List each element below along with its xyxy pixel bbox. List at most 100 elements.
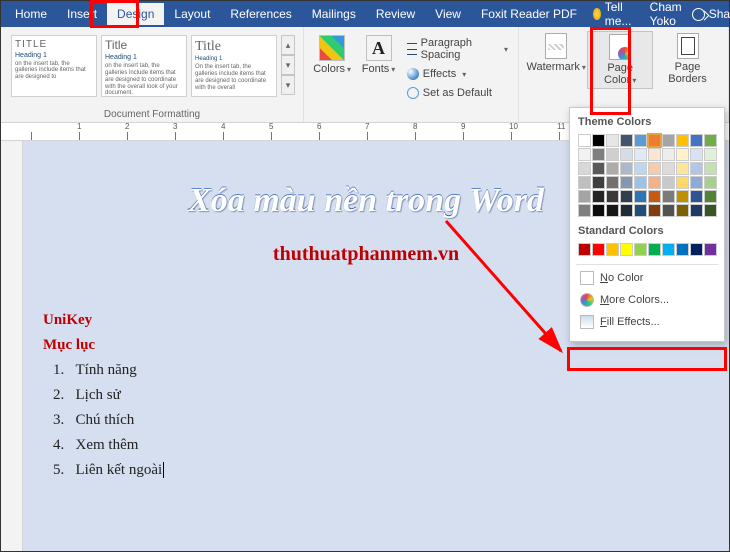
color-swatch[interactable]	[606, 162, 619, 175]
no-color-option[interactable]: No Color	[576, 267, 718, 289]
color-swatch[interactable]	[662, 204, 675, 217]
color-swatch[interactable]	[690, 190, 703, 203]
gallery-item[interactable]: Title Heading 1 on the insert tab, the g…	[101, 35, 187, 97]
color-swatch[interactable]	[662, 243, 675, 256]
color-swatch[interactable]	[690, 204, 703, 217]
color-swatch[interactable]	[634, 190, 647, 203]
color-swatch[interactable]	[676, 176, 689, 189]
more-colors-option[interactable]: More Colors...	[576, 289, 718, 311]
fonts-button[interactable]: A Fonts	[358, 33, 399, 77]
color-swatch[interactable]	[620, 162, 633, 175]
color-swatch[interactable]	[690, 148, 703, 161]
color-swatch[interactable]	[704, 176, 717, 189]
color-swatch[interactable]	[704, 134, 717, 147]
tell-me[interactable]: Tell me...	[587, 0, 642, 28]
page-borders-button[interactable]: Page Borders	[653, 31, 722, 89]
color-swatch[interactable]	[578, 148, 591, 161]
color-swatch[interactable]	[606, 176, 619, 189]
tab-home[interactable]: Home	[5, 3, 57, 25]
color-swatch[interactable]	[578, 204, 591, 217]
color-swatch[interactable]	[648, 162, 661, 175]
color-swatch[interactable]	[704, 190, 717, 203]
color-swatch[interactable]	[620, 243, 633, 256]
gallery-scroll-up[interactable]: ▴	[281, 35, 295, 55]
tab-design[interactable]: Design	[107, 3, 164, 25]
color-swatch[interactable]	[578, 176, 591, 189]
color-swatch[interactable]	[634, 162, 647, 175]
tab-insert[interactable]: Insert	[57, 3, 107, 25]
color-swatch[interactable]	[578, 134, 591, 147]
tab-references[interactable]: References	[220, 3, 301, 25]
color-swatch[interactable]	[676, 134, 689, 147]
user-name[interactable]: Cham Yoko	[650, 0, 682, 28]
color-swatch[interactable]	[620, 190, 633, 203]
tab-foxit[interactable]: Foxit Reader PDF	[471, 3, 587, 25]
color-swatch[interactable]	[662, 190, 675, 203]
gallery-scroll-down[interactable]: ▾	[281, 55, 295, 75]
theme-gallery[interactable]: TITLE Heading 1 on the insert tab, the g…	[7, 31, 297, 101]
vertical-ruler[interactable]	[1, 141, 23, 551]
share-button[interactable]: Share	[692, 7, 730, 21]
color-swatch[interactable]	[704, 162, 717, 175]
color-swatch[interactable]	[704, 204, 717, 217]
color-swatch[interactable]	[578, 162, 591, 175]
color-swatch[interactable]	[634, 176, 647, 189]
color-swatch[interactable]	[634, 204, 647, 217]
color-swatch[interactable]	[676, 243, 689, 256]
color-swatch[interactable]	[620, 148, 633, 161]
color-swatch[interactable]	[648, 176, 661, 189]
tab-layout[interactable]: Layout	[164, 3, 220, 25]
page-color-button[interactable]: Page Color	[587, 31, 653, 89]
color-swatch[interactable]	[592, 134, 605, 147]
tab-mailings[interactable]: Mailings	[302, 3, 366, 25]
color-swatch[interactable]	[690, 134, 703, 147]
color-swatch[interactable]	[606, 134, 619, 147]
color-swatch[interactable]	[592, 176, 605, 189]
color-swatch[interactable]	[648, 148, 661, 161]
color-swatch[interactable]	[648, 243, 661, 256]
color-swatch[interactable]	[620, 204, 633, 217]
color-swatch[interactable]	[662, 162, 675, 175]
watermark-button[interactable]: Watermark	[525, 31, 587, 89]
color-swatch[interactable]	[704, 148, 717, 161]
color-swatch[interactable]	[634, 148, 647, 161]
color-swatch[interactable]	[592, 162, 605, 175]
effects-button[interactable]: Effects	[403, 66, 512, 82]
color-swatch[interactable]	[606, 204, 619, 217]
color-swatch[interactable]	[634, 243, 647, 256]
color-swatch[interactable]	[634, 134, 647, 147]
color-swatch[interactable]	[606, 243, 619, 256]
color-swatch[interactable]	[676, 204, 689, 217]
color-swatch[interactable]	[690, 176, 703, 189]
color-swatch[interactable]	[648, 190, 661, 203]
paragraph-spacing-button[interactable]: Paragraph Spacing	[403, 35, 512, 63]
color-swatch[interactable]	[606, 190, 619, 203]
color-swatch[interactable]	[662, 134, 675, 147]
color-swatch[interactable]	[606, 148, 619, 161]
colors-button[interactable]: Colors	[310, 33, 354, 77]
gallery-item[interactable]: Title Heading 1 On the insert tab, the g…	[191, 35, 277, 97]
color-swatch[interactable]	[676, 148, 689, 161]
color-swatch[interactable]	[648, 134, 661, 147]
tab-review[interactable]: Review	[366, 3, 425, 25]
gallery-expand[interactable]: ▾	[281, 75, 295, 95]
fill-effects-option[interactable]: Fill Effects...	[576, 311, 718, 333]
color-swatch[interactable]	[620, 134, 633, 147]
tab-view[interactable]: View	[425, 3, 471, 25]
gallery-item[interactable]: TITLE Heading 1 on the insert tab, the g…	[11, 35, 97, 97]
color-swatch[interactable]	[676, 190, 689, 203]
color-swatch[interactable]	[704, 243, 717, 256]
color-swatch[interactable]	[578, 190, 591, 203]
color-swatch[interactable]	[648, 204, 661, 217]
color-swatch[interactable]	[662, 148, 675, 161]
color-swatch[interactable]	[690, 162, 703, 175]
color-swatch[interactable]	[690, 243, 703, 256]
color-swatch[interactable]	[662, 176, 675, 189]
color-swatch[interactable]	[592, 204, 605, 217]
color-swatch[interactable]	[592, 148, 605, 161]
color-swatch[interactable]	[620, 176, 633, 189]
color-swatch[interactable]	[592, 190, 605, 203]
color-swatch[interactable]	[676, 162, 689, 175]
color-swatch[interactable]	[578, 243, 591, 256]
color-swatch[interactable]	[592, 243, 605, 256]
